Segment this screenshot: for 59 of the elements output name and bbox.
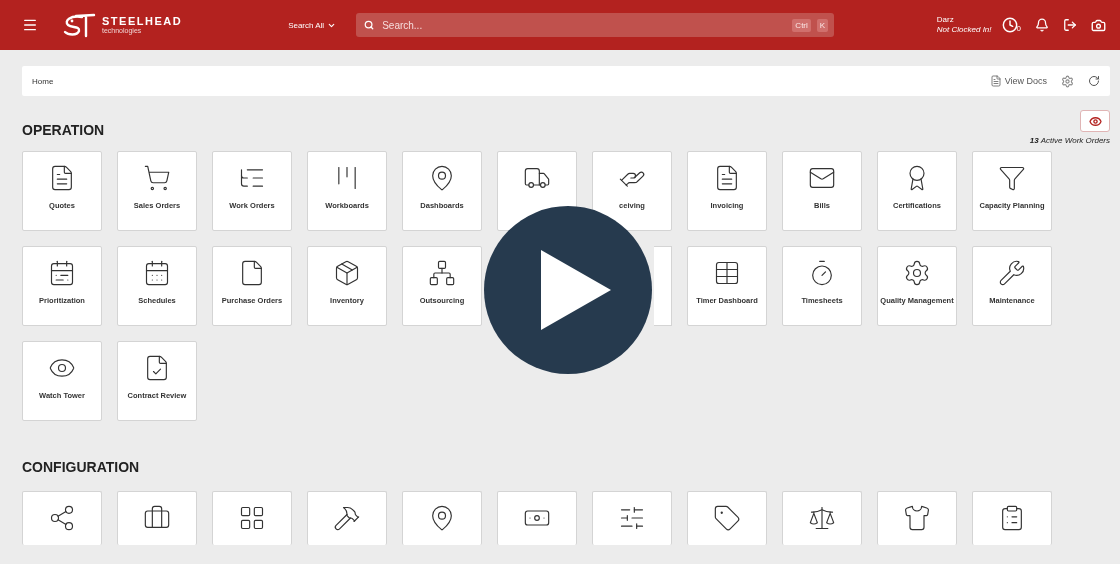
price-tag-icon (713, 504, 741, 532)
camera-icon (1091, 17, 1106, 33)
eye-icon (1088, 114, 1102, 128)
search-input[interactable]: Search... (380, 18, 787, 32)
cart-icon (143, 164, 171, 192)
search-icon (364, 20, 375, 30)
app-tile[interactable] (497, 491, 577, 545)
active-orders-count: 13 Active Work Orders (1029, 136, 1110, 145)
grid-icon (238, 504, 266, 532)
user-name: Darz (936, 15, 955, 25)
document-icon (989, 75, 1002, 87)
logout-button[interactable] (1063, 18, 1077, 32)
bell-icon (1035, 18, 1049, 32)
clock-button[interactable]: 0 (1001, 17, 1021, 33)
shortcut-key: K (816, 18, 829, 32)
menu-button[interactable] (22, 17, 38, 33)
calendar-icon (143, 259, 171, 287)
app-tile[interactable] (592, 491, 672, 545)
gear-icon (903, 259, 931, 287)
funnel-icon (998, 164, 1026, 192)
shortcut-key: Ctrl (792, 18, 811, 32)
app-tile[interactable] (972, 491, 1052, 545)
clock-status: Not Clocked In! (936, 25, 992, 35)
breadcrumb: Home (32, 76, 54, 86)
settings-icon (1061, 74, 1074, 88)
app-tile[interactable] (877, 491, 957, 545)
scale-icon (808, 504, 836, 532)
box-icon (333, 259, 361, 287)
network-icon (428, 259, 456, 287)
search-scope-dropdown[interactable]: Search All (282, 19, 343, 31)
nodes-icon (48, 504, 76, 532)
play-icon (541, 250, 611, 330)
view-docs-link[interactable]: View Docs (989, 75, 1047, 87)
section-title: OPERATION (22, 122, 105, 138)
calendar-icon (48, 259, 76, 287)
app-tile[interactable] (307, 491, 387, 545)
app-tile[interactable] (402, 491, 482, 545)
app-tile[interactable] (687, 491, 767, 545)
brand-name: STEELHEAD (102, 16, 183, 27)
shirt-icon (903, 504, 931, 532)
refresh-button[interactable] (1088, 75, 1100, 87)
settings-button[interactable] (1061, 74, 1074, 88)
app-tile[interactable] (212, 491, 292, 545)
clock-icon (1001, 17, 1018, 33)
section-title: CONFIGURATION (22, 459, 141, 475)
view-button[interactable] (1080, 110, 1110, 132)
app-tile[interactable] (782, 491, 862, 545)
refresh-icon (1088, 75, 1100, 87)
wrench-icon (998, 259, 1026, 287)
app-tile[interactable] (117, 491, 197, 545)
notifications-button[interactable] (1035, 18, 1049, 32)
camera-button[interactable] (1091, 17, 1106, 33)
app-tile[interactable] (22, 491, 102, 545)
sliders-icon (618, 504, 646, 532)
table-icon (713, 259, 741, 287)
menu-icon (22, 17, 38, 33)
logo-icon (62, 12, 96, 38)
logout-icon (1063, 18, 1077, 32)
hammer-icon (333, 504, 361, 532)
